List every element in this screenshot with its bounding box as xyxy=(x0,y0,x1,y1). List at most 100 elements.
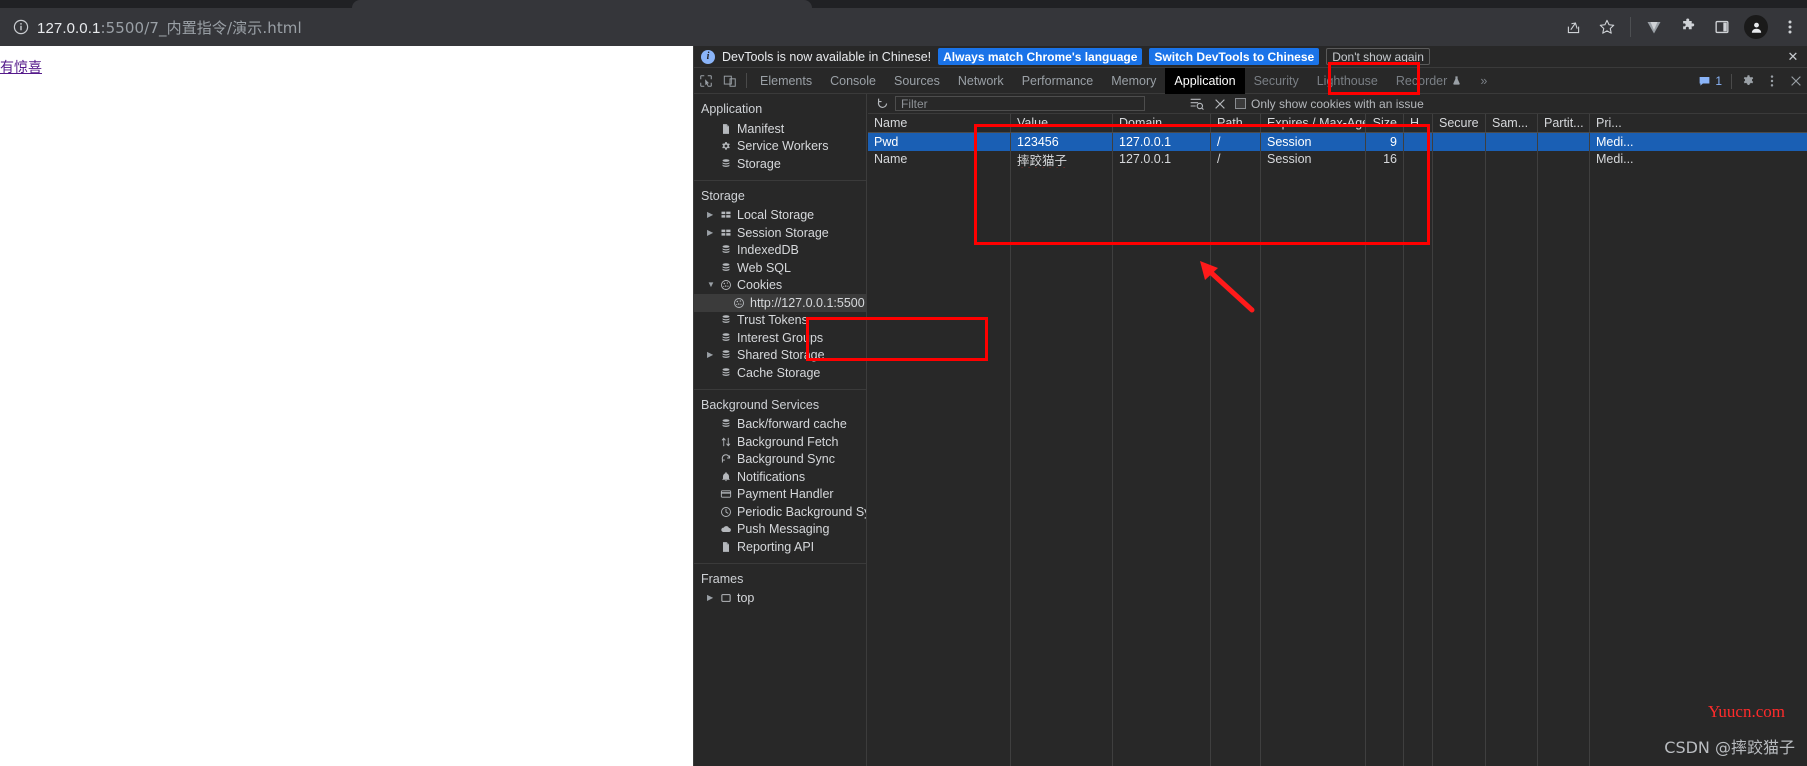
table-cell[interactable]: Name xyxy=(868,150,1011,168)
column-header[interactable]: Pri... xyxy=(1590,114,1807,132)
chevron-down-icon[interactable]: ▼ xyxy=(707,281,718,289)
sidebar-item-web-sql[interactable]: ▶Web SQL xyxy=(694,259,866,277)
tab-overflow-button[interactable]: » xyxy=(1471,68,1496,94)
sidebar-item-cache-storage[interactable]: ▶Cache Storage xyxy=(694,364,866,382)
column-header[interactable]: Size xyxy=(1366,114,1404,132)
table-cell[interactable]: 16 xyxy=(1366,150,1404,168)
column-header[interactable]: Value xyxy=(1011,114,1113,132)
profile-avatar-icon[interactable] xyxy=(1739,10,1773,44)
sidebar-section: Frames ▶ top xyxy=(694,564,866,615)
sidebar-item-payment-handler[interactable]: ▶Payment Handler xyxy=(694,486,866,504)
table-cell[interactable]: 摔跤猫子 xyxy=(1011,150,1113,168)
sidebar-item-reporting-api[interactable]: ▶Reporting API xyxy=(694,538,866,556)
chevron-right-icon[interactable]: ▶ xyxy=(707,211,718,219)
tab-security[interactable]: Security xyxy=(1245,68,1308,94)
address-bar[interactable]: 127.0.0.1:5500/7_内置指令/演示.html xyxy=(37,17,302,38)
issues-counter[interactable]: 1 xyxy=(1693,72,1727,90)
sidebar-item-cookies[interactable]: ▼ Cookies xyxy=(694,277,866,295)
clear-all-cookies-icon[interactable] xyxy=(1211,95,1229,113)
sidebar-item-background-sync[interactable]: ▶Background Sync xyxy=(694,451,866,469)
table-cell[interactable] xyxy=(1404,150,1433,168)
vimium-v-icon[interactable] xyxy=(1637,10,1671,44)
table-cell[interactable] xyxy=(1433,150,1486,168)
table-cell[interactable]: / xyxy=(1211,133,1261,151)
site-info-icon[interactable] xyxy=(8,14,34,40)
three-dot-menu-icon[interactable] xyxy=(1773,10,1807,44)
tab-console[interactable]: Console xyxy=(821,68,885,94)
always-match-language-button[interactable]: Always match Chrome's language xyxy=(938,48,1143,65)
sidebar-item-manifest[interactable]: ▶Manifest xyxy=(694,120,866,138)
table-cell[interactable] xyxy=(1538,133,1590,151)
inspect-element-icon[interactable] xyxy=(694,69,718,93)
table-cell[interactable]: Medi... xyxy=(1590,133,1807,151)
devtools-more-options-icon[interactable] xyxy=(1760,69,1784,93)
column-header[interactable]: Domain xyxy=(1113,114,1211,132)
column-header[interactable]: Sam... xyxy=(1486,114,1538,132)
column-header[interactable]: Expires / Max-Age xyxy=(1261,114,1366,132)
switch-to-chinese-button[interactable]: Switch DevTools to Chinese xyxy=(1149,48,1320,65)
device-toolbar-icon[interactable] xyxy=(718,69,742,93)
chevron-right-icon[interactable]: ▶ xyxy=(707,351,718,359)
refresh-icon[interactable] xyxy=(873,95,891,113)
tab-performance[interactable]: Performance xyxy=(1013,68,1103,94)
table-cell[interactable] xyxy=(1404,133,1433,151)
tab-network[interactable]: Network xyxy=(949,68,1013,94)
extensions-puzzle-icon[interactable] xyxy=(1671,10,1705,44)
table-cell[interactable]: / xyxy=(1211,150,1261,168)
settings-gear-icon[interactable] xyxy=(1736,69,1760,93)
share-icon[interactable] xyxy=(1556,10,1590,44)
dont-show-again-button[interactable]: Don't show again xyxy=(1326,48,1430,65)
sidebar-item-background-fetch[interactable]: ▶Background Fetch xyxy=(694,433,866,451)
table-cell[interactable]: 9 xyxy=(1366,133,1404,151)
sidebar-item-notifications[interactable]: ▶Notifications xyxy=(694,468,866,486)
tab-memory[interactable]: Memory xyxy=(1102,68,1165,94)
table-cell[interactable]: 127.0.0.1 xyxy=(1113,150,1211,168)
sidebar-item-interest-groups[interactable]: ▶Interest Groups xyxy=(694,329,866,347)
table-row[interactable]: Pwd 123456 127.0.0.1/Session 9 Medi... xyxy=(868,133,1807,151)
table-row[interactable]: Name 摔跤猫子 127.0.0.1/Session 16 Medi... xyxy=(868,150,1807,169)
chevron-right-icon[interactable]: ▶ xyxy=(707,594,718,602)
table-cell[interactable]: Pwd xyxy=(868,133,1011,151)
column-header[interactable]: Name xyxy=(868,114,1011,132)
tab-recorder[interactable]: Recorder xyxy=(1387,68,1471,94)
table-cell[interactable]: Session xyxy=(1261,150,1366,168)
sidebar-item-shared-storage[interactable]: ▶ Shared Storage xyxy=(694,347,866,365)
sidebar-item-back-forward-cache[interactable]: ▶Back/forward cache xyxy=(694,416,866,434)
tab-application[interactable]: Application xyxy=(1165,67,1245,94)
filter-input[interactable]: Filter xyxy=(895,96,1145,111)
close-icon[interactable]: ✕ xyxy=(1786,50,1800,64)
sidebar-item-indexeddb[interactable]: ▶IndexedDB xyxy=(694,242,866,260)
table-cell[interactable]: 123456 xyxy=(1011,133,1113,151)
sidebar-item-trust-tokens[interactable]: ▶Trust Tokens xyxy=(694,312,866,330)
sidebar-item-service-workers[interactable]: ▶Service Workers xyxy=(694,138,866,156)
column-header[interactable]: Partit... xyxy=(1538,114,1590,132)
tab-elements[interactable]: Elements xyxy=(751,68,821,94)
devtools-close-icon[interactable] xyxy=(1784,69,1807,93)
table-cell[interactable] xyxy=(1538,150,1590,168)
bookmark-star-icon[interactable] xyxy=(1590,10,1624,44)
column-header[interactable]: Secure xyxy=(1433,114,1486,132)
table-cell[interactable]: Session xyxy=(1261,133,1366,151)
clear-filter-icon[interactable] xyxy=(1187,95,1205,113)
tab-sources[interactable]: Sources xyxy=(885,68,949,94)
browser-tab[interactable] xyxy=(352,0,812,8)
chevron-right-icon[interactable]: ▶ xyxy=(707,228,718,237)
tab-lighthouse[interactable]: Lighthouse xyxy=(1308,68,1387,94)
sidebar-item-session-storage[interactable]: ▶ Session Storage xyxy=(694,224,866,242)
sidebar-item-http-127-0-0-1-5500[interactable]: ▶http://127.0.0.1:5500 xyxy=(694,294,866,312)
table-cell[interactable]: 127.0.0.1 xyxy=(1113,133,1211,151)
sidebar-item-periodic-background-sync[interactable]: ▶Periodic Background Sync xyxy=(694,503,866,521)
sidebar-item-push-messaging[interactable]: ▶Push Messaging xyxy=(694,521,866,539)
side-panel-icon[interactable] xyxy=(1705,10,1739,44)
column-header[interactable]: H... xyxy=(1404,114,1433,132)
page-link-surprise[interactable]: 有惊喜 xyxy=(0,57,42,77)
sidebar-item-top[interactable]: ▶ top xyxy=(694,590,866,608)
only-issues-checkbox[interactable] xyxy=(1235,98,1246,109)
column-header[interactable]: Path xyxy=(1211,114,1261,132)
table-cell[interactable] xyxy=(1486,133,1538,151)
table-cell[interactable]: Medi... xyxy=(1590,151,1807,169)
sidebar-item-local-storage[interactable]: ▶ Local Storage xyxy=(694,207,866,225)
table-cell[interactable] xyxy=(1486,150,1538,168)
sidebar-item-storage[interactable]: ▶Storage xyxy=(694,155,866,173)
table-cell[interactable] xyxy=(1433,133,1486,151)
